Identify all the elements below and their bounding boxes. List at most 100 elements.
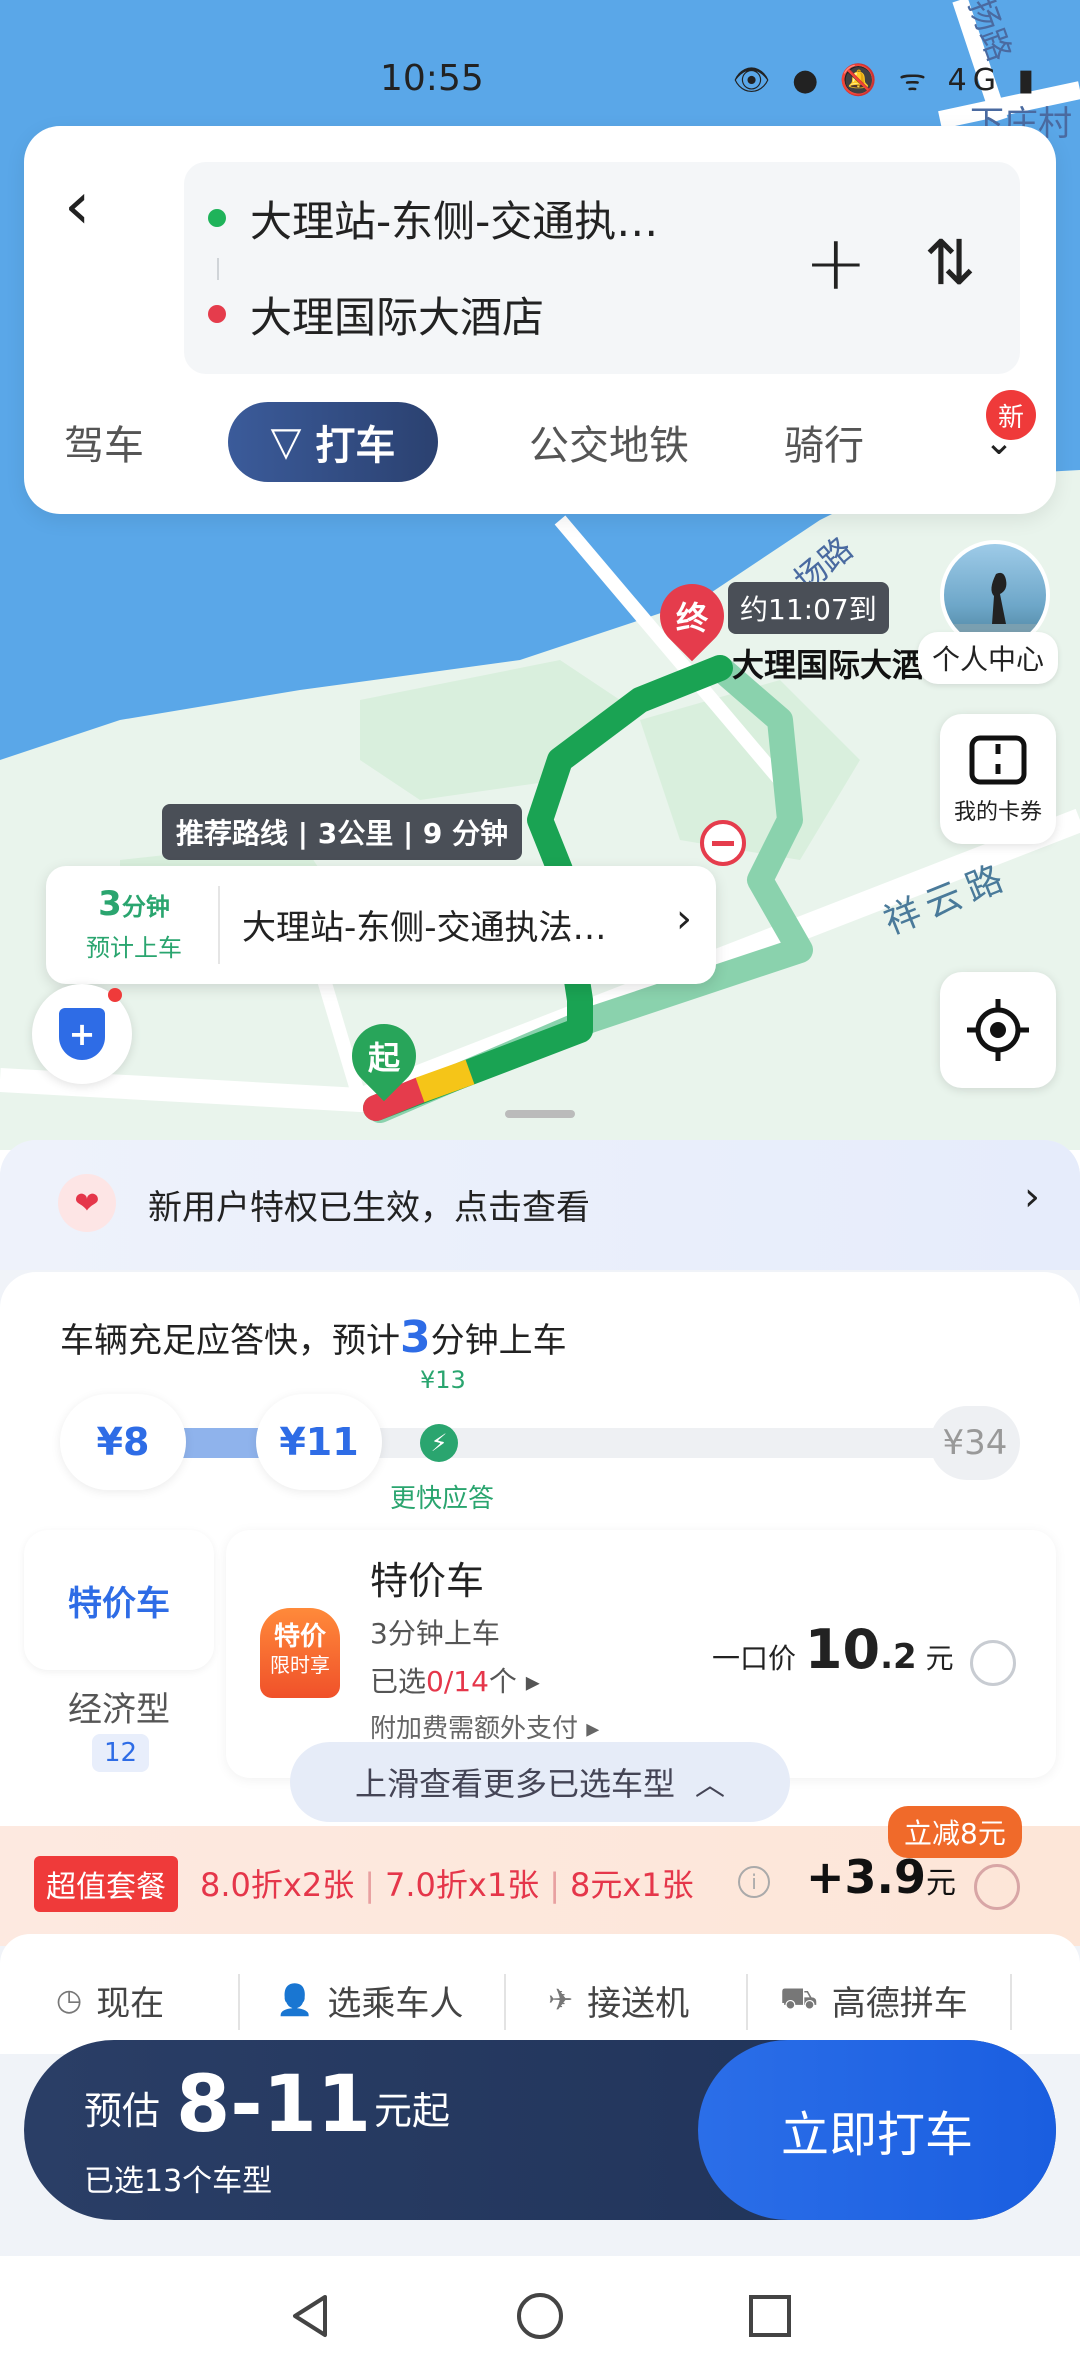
car-option-discount[interactable]: 特价 限时享 特价车 3分钟上车 已选0/14个 ▸ 附加费需额外支付 ▸ 一口… [226, 1530, 1056, 1778]
pickup-eta-mins: 3 [98, 884, 122, 924]
gift-icon: ❤ [58, 1174, 116, 1232]
package-separator: | [549, 1866, 560, 1904]
more-cars-hint[interactable]: 上滑查看更多已选车型 ︿ [290, 1742, 790, 1822]
option-passenger[interactable]: 👤 选乘车人 [276, 1970, 463, 2030]
plane-icon: ✈ [548, 1982, 574, 2018]
status-icons: 👁 ● 🔕 ᯤ 4G ▮ [732, 63, 1040, 98]
pickup-point-card[interactable]: 3分钟 预计上车 大理站-东侧-交通执法… › [46, 866, 716, 984]
locate-button[interactable] [940, 972, 1056, 1088]
end-location-field[interactable]: 大理国际大酒店 [208, 274, 544, 354]
price-marker-label: 更快应答 [390, 1484, 495, 1514]
tab-taxi-label: 打车 [315, 423, 396, 469]
option-separator [504, 1974, 506, 2030]
coupons-label: 我的卡券 [953, 800, 1042, 825]
package-items: 8.0折x2张 | 7.0折x1张 | 8元x1张 [200, 1860, 694, 1906]
value-package-bar[interactable]: 超值套餐 8.0折x2张 | 7.0折x1张 | 8元x1张 i +3.9元 立减8元 [0, 1806, 1080, 1946]
package-price-value: +3.9 [806, 1850, 927, 1904]
car-logo-top: 特价 [273, 1622, 326, 1652]
back-icon[interactable]: ‹ [64, 166, 124, 246]
car-price-unit: 元 [925, 1642, 954, 1675]
nav-back-icon[interactable] [280, 2286, 340, 2346]
estimate-range: 8-11 [176, 2060, 372, 2150]
price-low-bubble[interactable]: ¥8 [60, 1394, 186, 1490]
car-price-label: 一口价 [712, 1642, 797, 1675]
nav-home-icon[interactable] [510, 2286, 570, 2346]
safety-button[interactable]: + [32, 984, 132, 1084]
info-icon[interactable]: i [738, 1866, 770, 1898]
tab-bike-label: 骑行 [784, 423, 864, 469]
new-badge: 新 [986, 390, 1036, 440]
clock-icon: ◷ [56, 1982, 83, 2018]
price-max-bubble[interactable]: ¥34 [930, 1406, 1020, 1480]
status-time: 10:55 [380, 58, 484, 99]
option-carpool[interactable]: ⛟ 高德拼车 [780, 1970, 968, 2030]
swap-route-icon[interactable]: ⇅ [924, 226, 976, 299]
start-pin-label: 起 [367, 1039, 400, 1077]
start-pin[interactable]: 起 [338, 1010, 430, 1102]
option-airport[interactable]: ✈ 接送机 [548, 1970, 689, 2030]
route-card: ‹ 大理站-东侧-交通执… 大理国际大酒店 + ⇅ 驾车 ▽ 打车 公交地铁 骑… [24, 126, 1056, 514]
package-select-radio[interactable] [974, 1864, 1020, 1910]
system-nav-bar [0, 2256, 1080, 2376]
car-selected-value: 0/14 [426, 1665, 489, 1698]
notification-dot [108, 988, 122, 1002]
tab-taxi[interactable]: ▽ 打车 [228, 402, 438, 482]
car-name: 特价车 [370, 1559, 485, 1603]
bolt-icon[interactable]: ⚡ [420, 1424, 458, 1462]
discount-car-logo: 特价 限时享 [260, 1608, 340, 1698]
personal-center-label[interactable]: 个人中心 [918, 632, 1059, 684]
category-economy-count: 12 [92, 1734, 150, 1772]
end-dot-icon [208, 305, 226, 323]
selected-car-count: 已选13个车型 [84, 2164, 273, 2199]
chevron-up-icon: ︿ [695, 1768, 725, 1803]
nav-recents-icon[interactable] [740, 2286, 800, 2346]
package-price-unit: 元 [926, 1866, 957, 1901]
locate-icon [967, 999, 1029, 1061]
car-selected-prefix: 已选 [370, 1665, 427, 1698]
package-discount-badge: 立减8元 [888, 1806, 1022, 1858]
chevron-right-icon: › [676, 896, 692, 942]
category-tab-discount[interactable]: 特价车 [24, 1530, 214, 1670]
pickup-eta-label: 预计上车 [86, 934, 182, 962]
car-selected-count[interactable]: 已选0/14个 ▸ [370, 1660, 540, 1700]
car-price: 一口价 10.2 元 [712, 1618, 954, 1681]
promo-text: 新用户特权已生效，点击查看 [148, 1188, 590, 1228]
tab-transit[interactable]: 公交地铁 [504, 402, 714, 482]
estimate-label: 预估 [84, 2089, 161, 2133]
car-logo-bottom: 限时享 [270, 1653, 330, 1678]
eta-tag: 约11:07到 [728, 582, 889, 634]
package-item: 8元x1张 [569, 1866, 694, 1904]
start-location-field[interactable]: 大理站-东侧-交通执… [208, 178, 658, 258]
tab-bike[interactable]: 骑行 [754, 402, 894, 482]
destination-pin-label: 终 [675, 599, 708, 637]
end-location-text: 大理国际大酒店 [250, 292, 545, 342]
option-separator [746, 1974, 748, 2030]
option-separator [238, 1974, 240, 2030]
car-eta: 3分钟上车 [370, 1617, 500, 1650]
recommend-route-tag: 推荐路线 | 3公里 | 9 分钟 [162, 804, 523, 860]
supply-message: 车辆充足应答快，预计3分钟上车 [60, 1312, 567, 1363]
car-selected-suffix: 个 ▸ [488, 1665, 540, 1698]
shield-icon: + [59, 1008, 105, 1060]
tab-drive-label: 驾车 [64, 423, 144, 469]
sheet-handle[interactable] [505, 1110, 575, 1118]
supply-prefix: 车辆充足应答快，预计 [60, 1321, 400, 1361]
price-mid-bubble[interactable]: ¥11 [256, 1394, 382, 1490]
option-time[interactable]: ◷ 现在 [56, 1970, 164, 2030]
new-user-promo[interactable]: ❤ 新用户特权已生效，点击查看 › [0, 1140, 1080, 1270]
estimate-unit: 元起 [374, 2089, 451, 2133]
add-stop-icon[interactable]: + [804, 218, 868, 307]
destination-pin[interactable]: 终 [646, 570, 738, 662]
call-taxi-button[interactable]: 立即打车 [698, 2040, 1056, 2220]
car-extra-fee[interactable]: 附加费需额外支付 ▸ [370, 1708, 599, 1745]
coupons-button[interactable]: 我的卡券 [940, 714, 1056, 844]
no-entry-icon [700, 820, 746, 866]
package-item: 8.0折x2张 [200, 1866, 355, 1904]
destination-map-label: 大理国际大酒 [732, 646, 925, 684]
car-select-radio[interactable] [970, 1640, 1016, 1686]
price-slider[interactable]: ¥8 ¥11 ¥13 ⚡ 更快应答 ¥34 [60, 1366, 1020, 1514]
package-tag: 超值套餐 [34, 1856, 178, 1912]
tab-drive[interactable]: 驾车 [44, 402, 164, 482]
category-tab-economy[interactable]: 经济型 [24, 1682, 214, 1731]
tab-transit-label: 公交地铁 [529, 423, 689, 469]
